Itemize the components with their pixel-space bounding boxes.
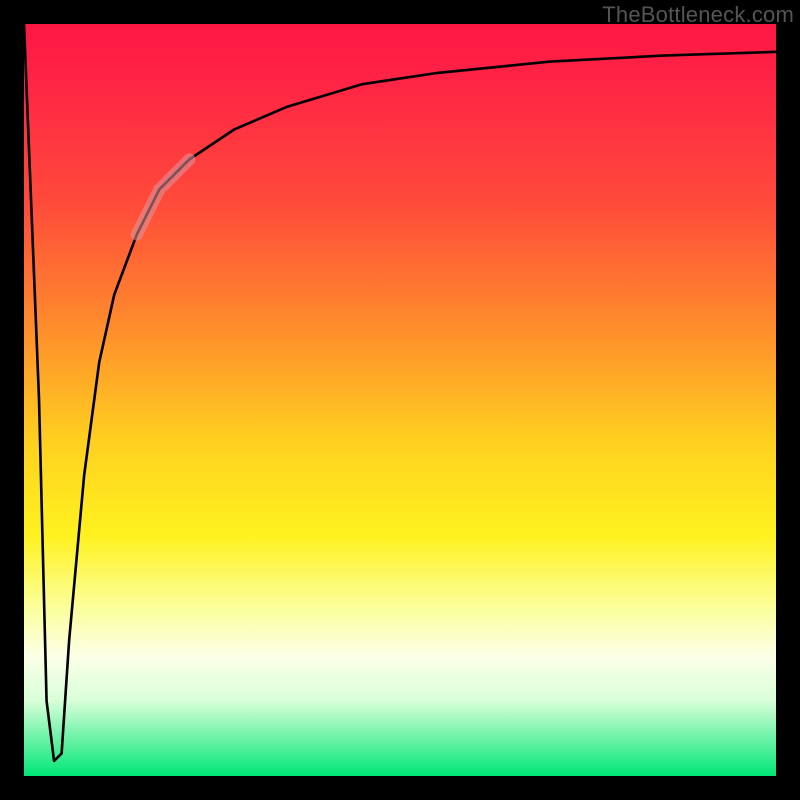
curve-highlight — [137, 159, 190, 234]
plot-area — [24, 24, 776, 776]
chart-frame: TheBottleneck.com — [0, 0, 800, 800]
data-curve — [24, 24, 776, 761]
curve-svg — [24, 24, 776, 776]
